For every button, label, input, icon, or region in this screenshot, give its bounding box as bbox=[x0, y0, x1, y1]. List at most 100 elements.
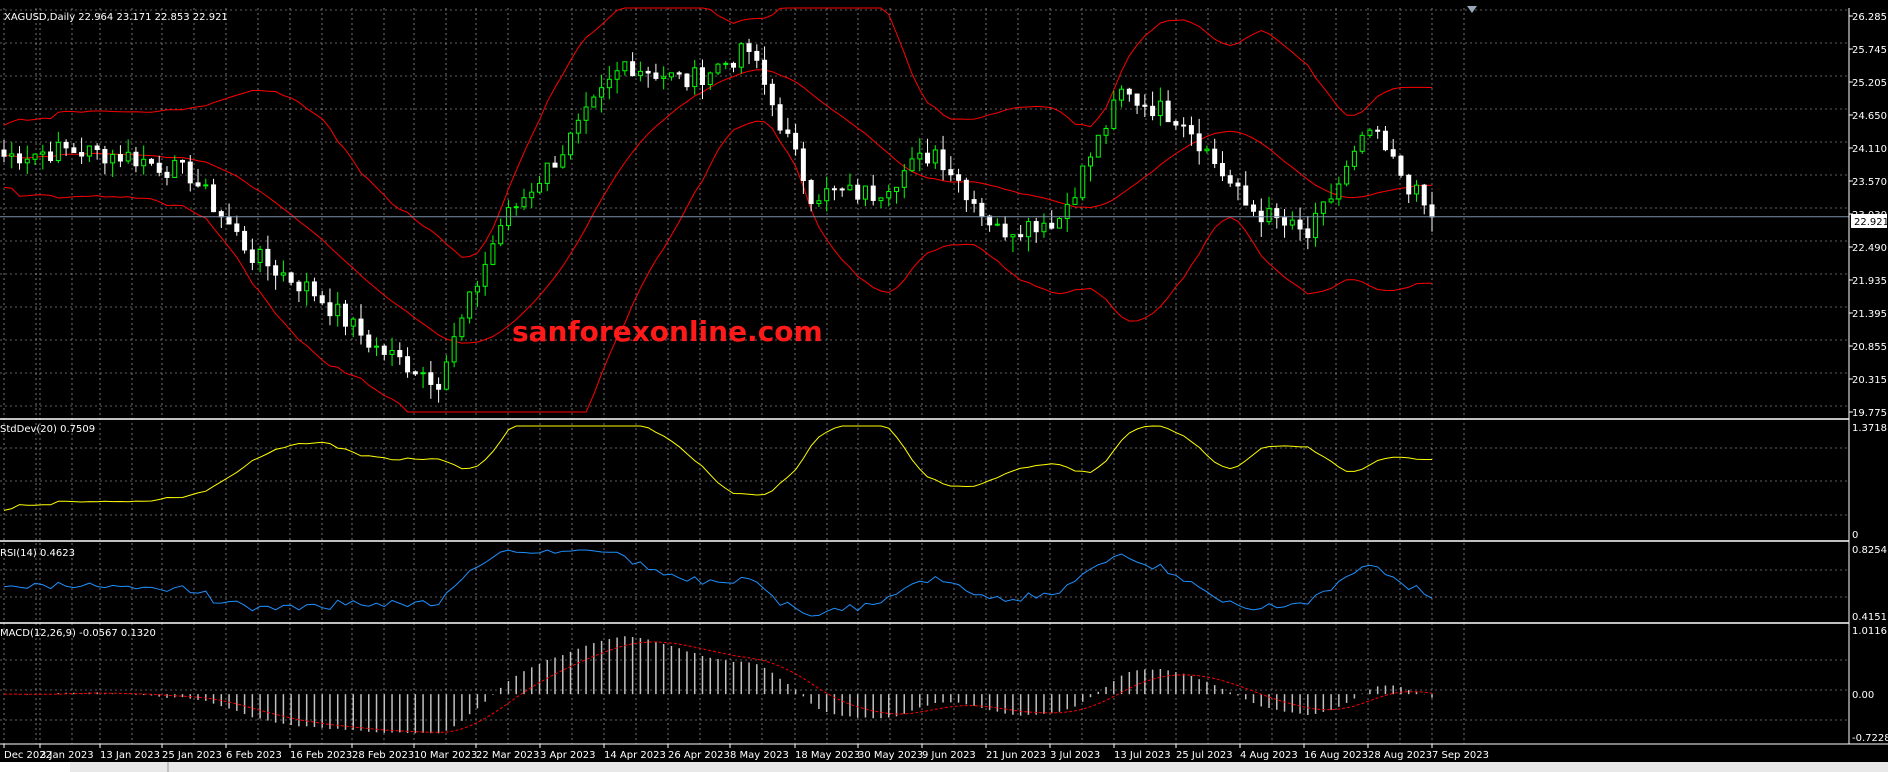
candle-body bbox=[117, 153, 123, 162]
candle-body bbox=[1157, 100, 1163, 117]
candle-body bbox=[583, 106, 589, 121]
candle-body bbox=[218, 211, 224, 218]
candle-body bbox=[544, 162, 550, 184]
candle-body bbox=[273, 265, 279, 276]
candle-body bbox=[1033, 221, 1039, 233]
candle-body bbox=[1142, 104, 1148, 107]
candle-body bbox=[467, 291, 473, 319]
candle-body bbox=[55, 141, 61, 162]
candle-body bbox=[1126, 88, 1132, 95]
time-tick-label: 8 May 2023 bbox=[730, 750, 789, 761]
candle-body bbox=[1204, 148, 1210, 152]
candle-body bbox=[1305, 228, 1311, 239]
candle-body bbox=[894, 186, 899, 192]
candle-body bbox=[1173, 121, 1179, 126]
candle-body bbox=[125, 151, 131, 162]
candle-body bbox=[591, 96, 597, 108]
price-tick-label: 20.315 bbox=[1852, 375, 1887, 386]
candle-body bbox=[141, 158, 147, 167]
candle-body bbox=[257, 248, 263, 263]
candle-body bbox=[242, 230, 248, 251]
candle-body bbox=[1134, 93, 1140, 106]
candle-body bbox=[622, 61, 628, 72]
candle-body bbox=[754, 50, 760, 61]
candle-body bbox=[808, 180, 814, 205]
current-price-label: 22.921 bbox=[1854, 217, 1888, 228]
candle-body bbox=[1421, 184, 1427, 206]
price-tick-label: 22.490 bbox=[1852, 243, 1887, 254]
candle-body bbox=[560, 154, 566, 168]
candle-body bbox=[71, 147, 77, 154]
candle-body bbox=[17, 153, 23, 164]
candle-body bbox=[102, 148, 108, 164]
candle-body bbox=[1196, 133, 1202, 152]
candle-body bbox=[878, 197, 884, 201]
candle-body bbox=[164, 171, 170, 178]
candle-body bbox=[637, 70, 643, 77]
candle-body bbox=[886, 190, 892, 199]
candle-body bbox=[1375, 129, 1381, 132]
candle-body bbox=[1165, 100, 1171, 123]
candle-body bbox=[917, 152, 923, 160]
candle-body bbox=[925, 152, 931, 164]
time-tick-label: 22 Mar 2023 bbox=[476, 750, 539, 761]
candle-body bbox=[482, 263, 488, 287]
candle-body bbox=[358, 318, 364, 336]
candle-body bbox=[265, 248, 271, 267]
candle-body bbox=[443, 361, 449, 390]
candle-body bbox=[1359, 134, 1365, 152]
candle-body bbox=[40, 151, 46, 155]
candle-body bbox=[311, 281, 317, 297]
time-tick-label: 16 Aug 2023 bbox=[1304, 750, 1368, 761]
candle-body bbox=[1150, 105, 1156, 117]
watermark: sanforexonline.com bbox=[512, 315, 823, 348]
candle-body bbox=[1212, 148, 1218, 165]
candle-body bbox=[249, 249, 255, 263]
candle-body bbox=[1398, 155, 1404, 176]
candle-body bbox=[288, 272, 294, 283]
time-tick-label: 3 Jul 2023 bbox=[1050, 750, 1100, 761]
candle-body bbox=[1344, 165, 1350, 185]
candle-body bbox=[342, 303, 348, 327]
candle-body bbox=[1429, 204, 1435, 218]
time-tick-label: 6 Feb 2023 bbox=[226, 750, 282, 761]
candle-body bbox=[1002, 223, 1008, 238]
candle-body bbox=[436, 383, 442, 390]
candle-body bbox=[1188, 125, 1194, 135]
candle-body bbox=[1390, 149, 1396, 157]
candle-body bbox=[1351, 150, 1357, 167]
price-tick-label: 24.650 bbox=[1852, 111, 1887, 122]
candle-body bbox=[79, 152, 85, 157]
candle-body bbox=[296, 281, 302, 292]
candle-body bbox=[901, 170, 907, 188]
time-tick-label: 28 Aug 2023 bbox=[1368, 750, 1432, 761]
candle-body bbox=[1072, 197, 1078, 205]
time-tick-label: 10 Mar 2023 bbox=[414, 750, 477, 761]
candle-body bbox=[1413, 184, 1419, 195]
price-chart[interactable]: XAGUSD,Daily 22.964 23.171 22.853 22.921… bbox=[0, 0, 1888, 772]
price-tick-label: 19.775 bbox=[1852, 408, 1887, 419]
candle-body bbox=[1336, 183, 1342, 200]
time-tick-label: 4 Aug 2023 bbox=[1240, 750, 1298, 761]
candle-body bbox=[855, 184, 861, 200]
candle-body bbox=[389, 350, 395, 355]
candle-body bbox=[630, 61, 636, 77]
chart-tab-active[interactable] bbox=[0, 762, 70, 772]
time-tick-label: 7 Sep 2023 bbox=[1432, 750, 1489, 761]
candle-body bbox=[1235, 182, 1241, 187]
candle-body bbox=[1266, 208, 1272, 223]
candle-body bbox=[529, 191, 535, 199]
candle-body bbox=[1, 149, 7, 157]
candle-body bbox=[428, 372, 434, 385]
stddev-axis-max: 1.3718 bbox=[1852, 423, 1887, 434]
candle-body bbox=[1119, 88, 1125, 101]
candle-body bbox=[668, 72, 674, 78]
stddev-label: StdDev(20) 0.7509 bbox=[0, 424, 95, 435]
candle-body bbox=[909, 158, 915, 172]
candle-body bbox=[839, 188, 845, 191]
candle-body bbox=[48, 151, 54, 162]
candle-body bbox=[769, 83, 775, 106]
rsi-axis-max: 0.8254 bbox=[1852, 545, 1887, 556]
macd-axis-min: -0.7228 bbox=[1852, 733, 1888, 744]
candle-body bbox=[172, 159, 178, 178]
